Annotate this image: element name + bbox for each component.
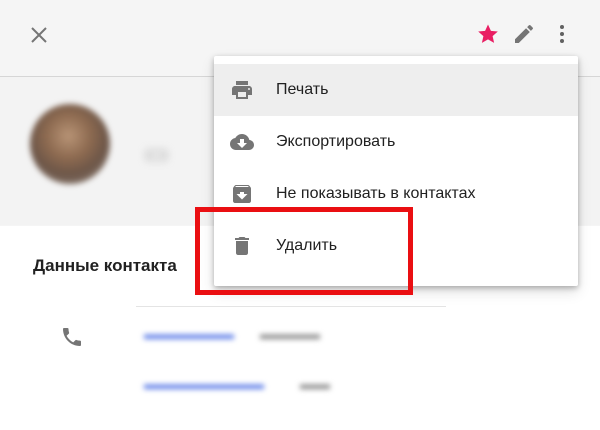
divider [136,306,446,307]
close-icon [31,27,47,43]
phone-icon [60,325,84,349]
phone-number-blurred: ▬▬▬▬▬▬ [144,326,234,343]
edit-button[interactable] [510,20,538,48]
highlight-frame [195,207,413,295]
second-number-blurred: ▬▬▬▬▬▬▬▬ [144,376,264,393]
phone-type-blurred: ▬▬▬▬ [260,326,320,343]
menu-item-export[interactable]: Экспортировать [214,116,578,168]
close-button[interactable] [24,20,54,50]
more-options-button[interactable] [548,20,576,48]
printer-icon [230,78,254,102]
pencil-icon [515,24,534,43]
second-type-blurred: ▬▬ [300,376,330,393]
menu-item-label: Не показывать в контактах [276,185,476,202]
archive-icon [230,182,254,206]
menu-item-label: Экспортировать [276,133,396,150]
avatar [30,104,110,184]
menu-item-print[interactable]: Печать [214,64,578,116]
star-button[interactable] [474,20,502,48]
contact-details-title: Данные контакта [33,256,177,275]
star-icon [478,24,498,43]
menu-item-label: Печать [276,81,329,98]
cloud-download-icon [230,130,254,154]
more-vert-icon [560,25,564,43]
contact-name-blurred: ▭ [144,138,169,168]
